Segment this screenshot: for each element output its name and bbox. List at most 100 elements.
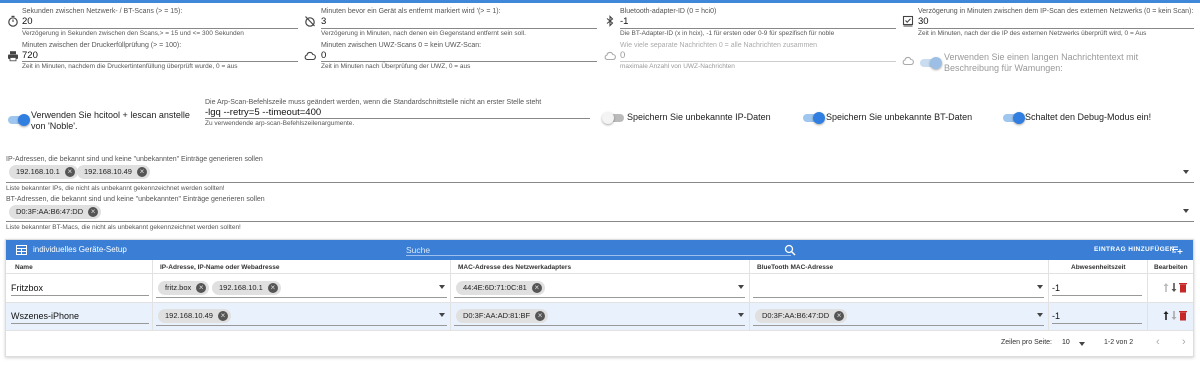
uwz-messages-label: Wie viele separate Nachrichten 0 = alle … [620,42,818,49]
cell-underline [1052,323,1142,324]
absent-minutes-input[interactable]: 3 [321,16,326,27]
cell-underline [454,325,745,326]
chip-remove-icon[interactable]: × [196,283,207,293]
chevron-left-icon[interactable]: ‹ [1156,336,1160,348]
long-messages-label: Verwenden Sie einen langen Nachrichtente… [944,52,1139,73]
uwz-messages-underline [620,61,896,62]
pagination-range: 1-2 von 2 [1104,339,1134,346]
column-divider [450,260,451,330]
printer-minutes-label: Minuten zwischen der Druckerfüllprüfung … [22,42,182,49]
debug-toggle[interactable] [1003,112,1025,124]
bt-adapter-underline [620,28,896,29]
printer-minutes-underline [22,61,298,62]
table-search-input[interactable]: Suche [406,245,430,255]
save-unknown-ip-toggle[interactable] [602,112,624,124]
absence-input[interactable]: -1 [1052,311,1060,321]
known-bt-underline [6,221,1194,222]
rows-per-page-label: Zeilen pro Seite: [1001,339,1052,346]
ext-ip-delay-input[interactable]: 30 [918,16,929,27]
column-divider [749,260,750,330]
uwz-messages-input[interactable]: 0 [620,50,625,61]
bluetooth-icon [606,15,614,27]
bt-chip[interactable]: D0:3F:AA:B6:47:DD × [755,309,848,323]
chevron-right-icon[interactable]: › [1182,336,1186,348]
chip-remove-icon[interactable]: × [64,167,75,177]
save-unknown-bt-toggle[interactable] [803,112,825,124]
save-unknown-bt-label: Speichern Sie unbekannte BT-Daten [826,112,973,122]
chip-remove-icon[interactable]: × [834,311,845,321]
cell-underline [156,325,447,326]
chevron-down-icon[interactable] [1037,313,1043,317]
column-header-mac[interactable]: MAC-Adresse des Netzwerkadapters [458,264,571,271]
row-edit-icons[interactable] [1163,310,1191,321]
absent-minutes-label: Minuten bevor ein Gerät als entfernt mar… [321,8,501,15]
mac-chip[interactable]: D0:3F:AA:AD:81:BF × [456,309,549,323]
arp-scan-help: Zu verwendende arp-scan-Befehlszeilenarg… [205,120,355,127]
column-header-absence[interactable]: Abwesenheitszeit [1071,264,1126,271]
chip-remove-icon[interactable]: × [88,207,99,217]
chip-remove-icon[interactable]: × [531,283,542,293]
column-header-ip[interactable]: IP-Adresse, IP-Name oder Webadresse [160,264,279,271]
cell-underline [753,325,1044,326]
absent-minutes-help: Verzögerung in Minuten, nach denen ein G… [321,30,526,37]
ip-chip[interactable]: 192.168.10.49 × [158,309,231,323]
known-ips-label: IP-Adressen, die bekannt sind und keine … [6,156,263,163]
chevron-down-icon[interactable] [738,285,744,289]
chevron-down-icon[interactable] [738,313,744,317]
stopwatch-icon [8,15,18,27]
timer-off-icon [305,16,315,27]
known-ip-chip[interactable]: 192.168.10.49 × [77,165,150,179]
ext-ip-delay-label: Verzögerung in Minuten zwischen dem IP-S… [918,8,1194,15]
chip-remove-icon[interactable]: × [267,283,278,293]
arp-scan-input[interactable]: -lgq --retry=5 --timeout=400 [205,107,321,118]
cloud-icon [604,51,616,61]
chevron-down-icon[interactable] [1183,170,1189,174]
column-header-name[interactable]: Name [15,264,33,271]
known-ip-chip[interactable]: 192.168.10.1 × [9,165,78,179]
chevron-down-icon[interactable] [1183,209,1189,213]
add-entry-button[interactable]: EINTRAG HINZUFÜGEN [1094,246,1175,253]
known-bt-label: BT-Adressen, die bekannt sind und keine … [6,196,265,203]
chevron-down-icon[interactable] [439,285,445,289]
rows-per-page-select[interactable]: 10 [1062,339,1070,346]
uwz-minutes-input[interactable]: 0 [321,50,326,61]
schedule-icon [902,15,914,27]
device-name-input[interactable]: Fritzbox [11,283,43,293]
row-edit-icons[interactable] [1163,282,1191,293]
chevron-down-icon[interactable] [1037,285,1043,289]
chip-remove-icon[interactable]: × [535,311,546,321]
table-title: individuelles Geräte-Setup [33,245,127,254]
scan-interval-input[interactable]: 20 [22,16,33,27]
column-header-edit: Bearbeiten [1154,264,1188,271]
scan-interval-label: Sekunden zwischen Netzwerk- / BT-Scans (… [22,8,183,15]
chevron-down-icon[interactable] [1079,342,1085,346]
absence-input[interactable]: -1 [1052,283,1060,293]
chip-remove-icon[interactable]: × [136,167,147,177]
known-bt-chip[interactable]: D0:3F:AA:B6:47:DD × [9,205,102,219]
chip-remove-icon[interactable]: × [217,311,228,321]
ip-chip[interactable]: 192.168.10.1 × [212,281,281,295]
search-icon[interactable] [784,244,796,256]
table-icon [16,245,27,255]
cell-underline [753,297,1044,298]
cloud-icon [304,51,316,61]
playlist-add-icon[interactable] [1172,246,1183,254]
bt-adapter-label: Bluetooth-adapter-ID (0 = hci0) [620,8,717,15]
device-name-input[interactable]: Wszenes-iPhone [11,311,79,321]
printer-minutes-help: Zeit in Minuten, nachdem die Druckertint… [22,63,238,70]
cloud-icon [902,56,914,66]
uwz-minutes-label: Minuten zwischen UWZ-Scans 0 = kein UWZ-… [321,42,482,49]
hcitool-label: Verwenden Sie hcitool + lescan anstelle … [31,110,190,131]
bt-adapter-input[interactable]: -1 [620,16,628,27]
chevron-down-icon[interactable] [439,313,445,317]
mac-chip[interactable]: 44:4E:6D:71:0C:81 × [456,281,545,295]
column-header-bt[interactable]: BlueTooth MAC-Adresse [757,264,833,271]
cell-underline [156,297,447,298]
cell-underline [11,295,149,296]
printer-minutes-input[interactable]: 720 [22,50,38,61]
hcitool-toggle[interactable] [8,114,30,126]
long-messages-toggle[interactable] [920,57,942,69]
ip-chip[interactable]: fritz.box × [158,281,210,295]
absent-minutes-underline [321,28,597,29]
debug-label: Schaltet den Debug-Modus ein! [1025,112,1152,122]
